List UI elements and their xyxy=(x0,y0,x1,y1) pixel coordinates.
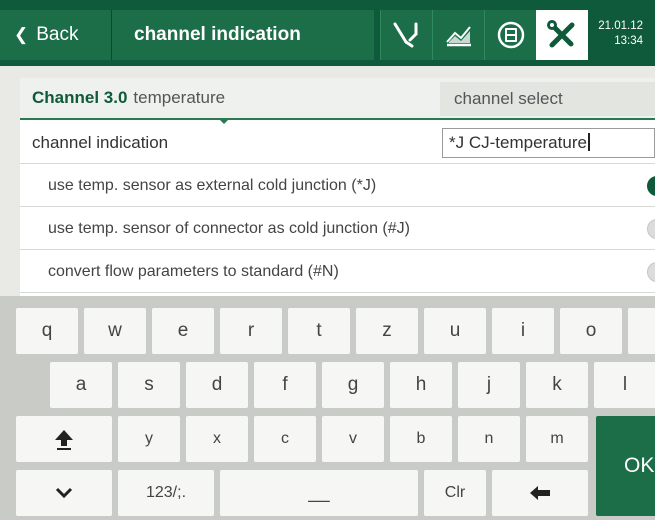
channel-indication-input[interactable]: *J CJ-temperature xyxy=(442,128,655,158)
tools-icon xyxy=(547,20,575,48)
key[interactable]: t xyxy=(288,308,350,354)
option-row[interactable]: use temp. sensor of connector as cold ju… xyxy=(20,208,655,250)
chart-button[interactable] xyxy=(432,10,484,60)
option-label: convert flow parameters to standard (#N) xyxy=(48,263,339,280)
space-key[interactable]: __ xyxy=(220,470,418,516)
settings-panel: Channel 3.0 temperature channel select ch… xyxy=(20,78,655,296)
ok-key[interactable]: OK xyxy=(596,416,655,516)
key[interactable]: e xyxy=(152,308,214,354)
shift-key[interactable] xyxy=(16,416,112,462)
channel-select-label: channel select xyxy=(454,89,563,108)
key[interactable]: b xyxy=(390,416,452,462)
channel-select-button[interactable]: channel select xyxy=(440,82,655,116)
back-button[interactable]: ❮ Back xyxy=(0,10,112,60)
channel-indication-row: channel indication *J CJ-temperature xyxy=(20,122,655,164)
date-time: 21.01.12 13:34 xyxy=(588,10,655,60)
key[interactable]: u xyxy=(424,308,486,354)
option-row[interactable]: use temp. sensor as external cold juncti… xyxy=(20,165,655,207)
top-bar: ❮ Back channel indication 21.01.12 13:34 xyxy=(0,0,655,66)
chevron-down-icon xyxy=(55,487,73,499)
chevron-left-icon: ❮ xyxy=(14,25,29,44)
hide-keyboard-key[interactable] xyxy=(16,470,112,516)
save-button[interactable] xyxy=(484,10,536,60)
probe-button[interactable] xyxy=(380,10,432,60)
backspace-key[interactable] xyxy=(492,470,588,516)
option-label: use temp. sensor as external cold juncti… xyxy=(48,177,377,194)
back-label: Back xyxy=(36,24,79,45)
key[interactable]: v xyxy=(322,416,384,462)
date-label: 21.01.12 xyxy=(598,20,643,32)
key[interactable]: r xyxy=(220,308,282,354)
chart-icon xyxy=(445,26,471,47)
key[interactable]: m xyxy=(526,416,588,462)
key[interactable]: p xyxy=(628,308,655,354)
key[interactable]: c xyxy=(254,416,316,462)
key[interactable]: z xyxy=(356,308,418,354)
radio-button[interactable] xyxy=(647,176,655,196)
page-title: channel indication xyxy=(112,10,374,60)
key[interactable]: i xyxy=(492,308,554,354)
key[interactable]: y xyxy=(118,416,180,462)
key[interactable]: q xyxy=(16,308,78,354)
channel-description: temperature xyxy=(133,88,226,107)
key[interactable]: n xyxy=(458,416,520,462)
channel-title: Channel 3.0 temperature xyxy=(32,78,225,118)
tools-button[interactable] xyxy=(536,10,588,60)
channel-name: Channel 3.0 xyxy=(32,88,128,107)
settings-area: Channel 3.0 temperature channel select ch… xyxy=(0,66,655,296)
key[interactable]: d xyxy=(186,362,248,408)
key[interactable]: f xyxy=(254,362,316,408)
option-label: use temp. sensor of connector as cold ju… xyxy=(48,220,410,237)
key[interactable]: a xyxy=(50,362,112,408)
key[interactable]: w xyxy=(84,308,146,354)
text-cursor xyxy=(587,133,590,151)
time-label: 13:34 xyxy=(614,35,643,47)
key[interactable]: h xyxy=(390,362,452,408)
key[interactable]: x xyxy=(186,416,248,462)
key[interactable]: s xyxy=(118,362,180,408)
radio-button[interactable] xyxy=(647,219,655,239)
key[interactable]: o xyxy=(560,308,622,354)
save-icon xyxy=(497,21,524,49)
on-screen-keyboard: q w e r t z u i o p a s d f g h j k l y … xyxy=(0,296,655,520)
key[interactable]: g xyxy=(322,362,384,408)
radio-button[interactable] xyxy=(647,262,655,282)
key[interactable]: j xyxy=(458,362,520,408)
shift-arrow-icon xyxy=(55,430,73,450)
channel-indication-value: *J CJ-temperature xyxy=(449,133,587,152)
clear-key[interactable]: Clr xyxy=(424,470,486,516)
arrow-left-icon xyxy=(530,486,550,500)
probe-icon xyxy=(393,22,417,48)
channel-header: Channel 3.0 temperature channel select xyxy=(20,78,655,124)
option-row[interactable]: convert flow parameters to standard (#N) xyxy=(20,251,655,293)
channel-indication-label: channel indication xyxy=(32,133,169,152)
key[interactable]: k xyxy=(526,362,588,408)
key[interactable]: l xyxy=(594,362,655,408)
numbers-key[interactable]: 123/;. xyxy=(118,470,214,516)
